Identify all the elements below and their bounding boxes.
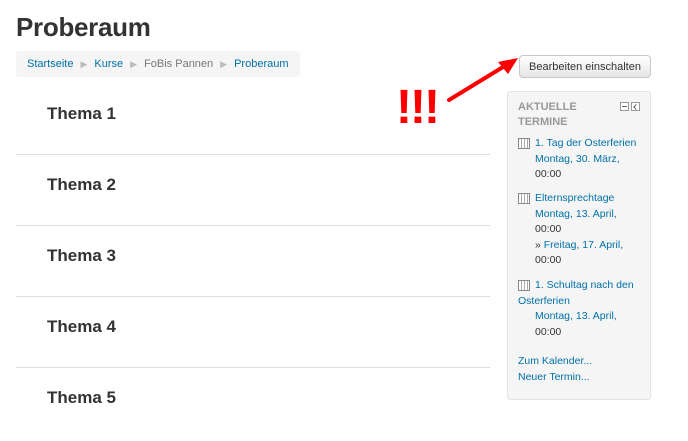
topic-title: Thema 4 bbox=[47, 317, 116, 336]
event-name-link[interactable]: 1. Tag der Osterferien bbox=[518, 136, 648, 152]
event-end-time: 00:00 bbox=[535, 254, 562, 267]
collapse-icon[interactable] bbox=[620, 102, 629, 111]
breadcrumb-item-fobis-pannen: FoBis Pannen bbox=[144, 58, 214, 70]
event-date-link[interactable]: Montag, 13. April, bbox=[518, 309, 648, 325]
calendar-icon bbox=[518, 193, 530, 204]
event-end-row: » Freitag, 17. April, bbox=[518, 238, 648, 254]
topic-section: Thema 1 bbox=[16, 84, 490, 155]
event-time: 00:00 bbox=[535, 168, 562, 181]
new-event-link[interactable]: Neuer Termin... bbox=[518, 371, 590, 383]
event-item: 1. Schultag nach den Osterferien Montag,… bbox=[518, 278, 648, 340]
topic-title: Thema 1 bbox=[47, 104, 116, 123]
event-name-link[interactable]: Elternsprechtage bbox=[518, 191, 648, 207]
topic-section: Thema 5 bbox=[16, 368, 490, 439]
breadcrumb-separator-icon: ▶ bbox=[80, 58, 88, 69]
edit-mode-button[interactable]: Bearbeiten einschalten bbox=[519, 55, 651, 78]
event-item: Elternsprechtage Montag, 13. April, 00:0… bbox=[518, 191, 648, 269]
topic-section: Thema 2 bbox=[16, 155, 490, 226]
event-time: 00:00 bbox=[535, 223, 562, 236]
page-title: Proberaum bbox=[16, 12, 151, 42]
topic-title: Thema 5 bbox=[47, 388, 116, 407]
block-title-line: TERMINE bbox=[518, 116, 568, 128]
calendar-icon bbox=[518, 138, 530, 149]
breadcrumb-separator-icon: ▶ bbox=[130, 58, 138, 69]
topic-section: Thema 4 bbox=[16, 297, 490, 368]
event-date-link[interactable]: Montag, 30. März, bbox=[518, 152, 648, 168]
upcoming-events-block: AKTUELLE TERMINE 1. Tag der Osterferien … bbox=[507, 91, 651, 400]
calendar-icon bbox=[518, 280, 530, 291]
topic-title: Thema 2 bbox=[47, 175, 116, 194]
breadcrumb-item-kurse[interactable]: Kurse bbox=[94, 58, 123, 70]
topics-list: Thema 1 Thema 2 Thema 3 Thema 4 Thema 5 bbox=[16, 84, 490, 439]
topic-section: Thema 3 bbox=[16, 226, 490, 297]
event-item: 1. Tag der Osterferien Montag, 30. März,… bbox=[518, 136, 648, 183]
block-controls bbox=[620, 102, 640, 111]
event-time: 00:00 bbox=[535, 325, 562, 338]
event-name-link-continued[interactable]: Osterferien bbox=[518, 294, 648, 310]
breadcrumb: Startseite ▶ Kurse ▶ FoBis Pannen ▶ Prob… bbox=[16, 51, 300, 77]
block-title-line: AKTUELLE bbox=[518, 101, 577, 113]
dock-icon[interactable] bbox=[631, 102, 640, 111]
breadcrumb-separator-icon: ▶ bbox=[220, 58, 228, 69]
breadcrumb-item-proberaum[interactable]: Proberaum bbox=[234, 58, 288, 70]
calendar-link[interactable]: Zum Kalender... bbox=[518, 355, 592, 367]
block-title: AKTUELLE TERMINE bbox=[518, 100, 608, 130]
topic-title: Thema 3 bbox=[47, 246, 116, 265]
event-end-date-link[interactable]: Freitag, 17. April, bbox=[544, 239, 623, 251]
event-end-prefix: » bbox=[535, 238, 541, 251]
breadcrumb-item-startseite[interactable]: Startseite bbox=[27, 58, 73, 70]
event-name-link[interactable]: 1. Schultag nach den bbox=[518, 278, 648, 294]
event-date-link[interactable]: Montag, 13. April, bbox=[518, 207, 648, 223]
